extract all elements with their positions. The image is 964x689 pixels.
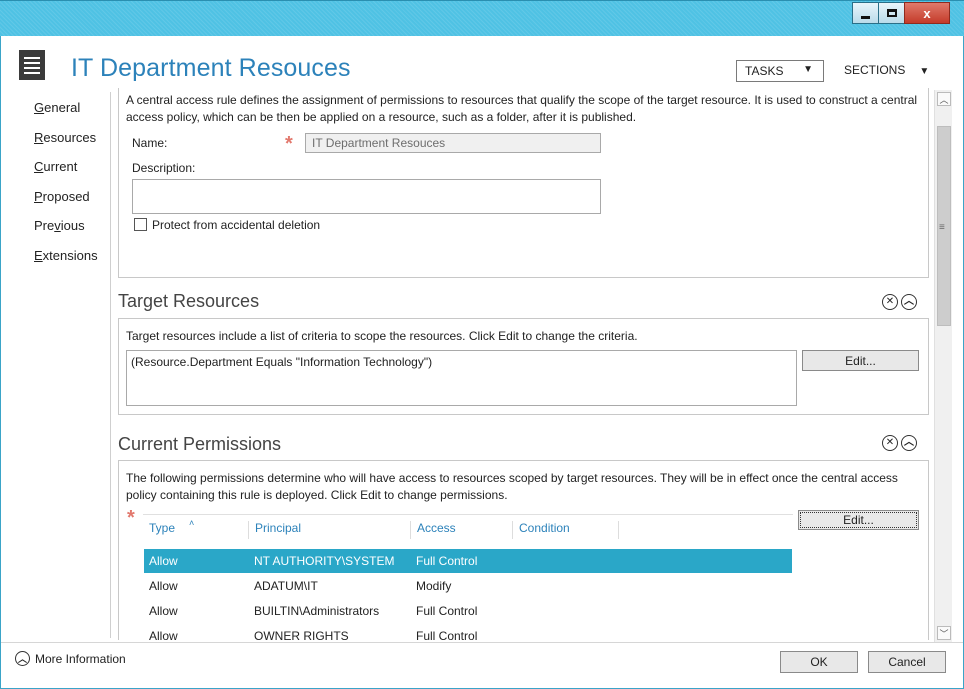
cancel-button[interactable]: Cancel [868,651,946,673]
sort-ascending-icon: ˄ [189,518,195,528]
row-access: Full Control [416,554,478,568]
target-resources-controls: ✕ ︿ [882,294,917,310]
nav-item-previous[interactable]: Previous [34,218,98,248]
general-intro: A central access rule defines the assign… [126,93,918,124]
close-section-icon[interactable]: ✕ [882,435,898,451]
tasks-label: TASKS [745,64,784,78]
table-row[interactable]: Allow BUILTIN\Administrators Full Contro… [144,599,792,623]
more-information-toggle[interactable]: ︿ More Information [15,651,126,666]
name-field: IT Department Resouces [305,133,601,153]
current-permissions-controls: ✕ ︿ [882,435,917,451]
required-asterisk-icon: * [127,507,135,529]
description-label: Description: [132,161,196,175]
row-access: Full Control [416,629,478,640]
nav-item-proposed[interactable]: Proposed [34,189,98,219]
row-principal: ADATUM\IT [254,579,318,593]
row-principal: NT AUTHORITY\SYSTEM [254,554,395,568]
tasks-dropdown[interactable]: TASKS ▼ [736,60,824,82]
column-spacer [618,521,628,539]
section-nav: General Resources Current Proposed Previ… [34,100,98,277]
close-icon: x [923,5,931,21]
page-title: IT Department Resouces [71,54,351,82]
row-type: Allow [149,579,178,593]
nav-divider [110,92,111,638]
sections-label: SECTIONS [844,63,906,77]
column-type[interactable]: Type ˄ [143,518,248,539]
chevron-down-icon: ▼ [803,64,813,75]
scroll-grip-icon: ≡ [939,222,945,233]
ok-button[interactable]: OK [780,651,858,673]
permissions-edit-button[interactable]: Edit... [798,510,919,530]
main-content: A central access rule defines the assign… [118,88,930,640]
maximize-button[interactable] [878,2,905,24]
footer-divider [1,642,963,643]
close-section-icon[interactable]: ✕ [882,294,898,310]
name-label: Name: [132,136,168,150]
target-resources-intro: Target resources include a list of crite… [126,329,638,343]
nav-item-general[interactable]: General [34,100,98,130]
nav-item-current[interactable]: Current [34,159,98,189]
titlebar-border [0,0,964,1]
protect-label: Protect from accidental deletion [152,218,321,232]
chevron-down-icon: ▼ [919,66,930,77]
vertical-scrollbar[interactable]: ︿ ≡ ﹀ [934,90,952,642]
window-titlebar[interactable]: x [0,0,964,36]
table-row[interactable]: Allow ADATUM\IT Modify [144,574,792,598]
row-type: Allow [149,604,178,618]
sections-dropdown[interactable]: SECTIONS ▼ [844,63,929,77]
scroll-down-icon[interactable]: ﹀ [937,626,951,640]
minimize-icon [861,15,870,19]
required-asterisk-icon: * [285,133,293,155]
row-access: Full Control [416,604,478,618]
permissions-intro: The following permissions determine who … [126,471,898,502]
more-information-label: More Information [35,651,126,666]
protect-checkbox[interactable] [134,218,147,231]
maximize-icon [886,9,897,17]
row-type: Allow [149,629,178,640]
table-row[interactable]: Allow OWNER RIGHTS Full Control [144,624,792,640]
column-access[interactable]: Access [410,521,512,539]
nav-item-resources[interactable]: Resources [34,130,98,160]
criteria-box: (Resource.Department Equals "Information… [126,350,797,406]
row-type: Allow [149,554,178,568]
app-list-icon [19,50,45,80]
column-condition[interactable]: Condition [512,521,618,539]
criteria-text: (Resource.Department Equals "Information… [131,355,433,369]
table-row[interactable]: Allow NT AUTHORITY\SYSTEM Full Control [144,549,792,573]
row-principal: BUILTIN\Administrators [254,604,380,618]
window-controls: x [852,2,950,24]
minimize-button[interactable] [852,2,879,24]
target-resources-title: Target Resources [118,291,260,311]
current-permissions-title: Current Permissions [118,434,282,454]
dialog-frame: IT Department Resouces TASKS ▼ SECTIONS ▼… [0,36,964,689]
collapse-up-icon[interactable]: ︿ [901,294,917,310]
target-edit-button[interactable]: Edit... [802,350,919,371]
expand-up-icon: ︿ [15,651,30,666]
row-access: Modify [416,579,452,593]
column-principal[interactable]: Principal [248,521,410,539]
permissions-grid-header: Type ˄ Principal Access Condition [143,514,793,539]
scroll-up-icon[interactable]: ︿ [937,92,951,106]
row-principal: OWNER RIGHTS [254,629,349,640]
collapse-up-icon[interactable]: ︿ [901,435,917,451]
nav-item-extensions[interactable]: Extensions [34,248,98,278]
description-field[interactable] [132,179,601,214]
close-button[interactable]: x [904,2,950,24]
